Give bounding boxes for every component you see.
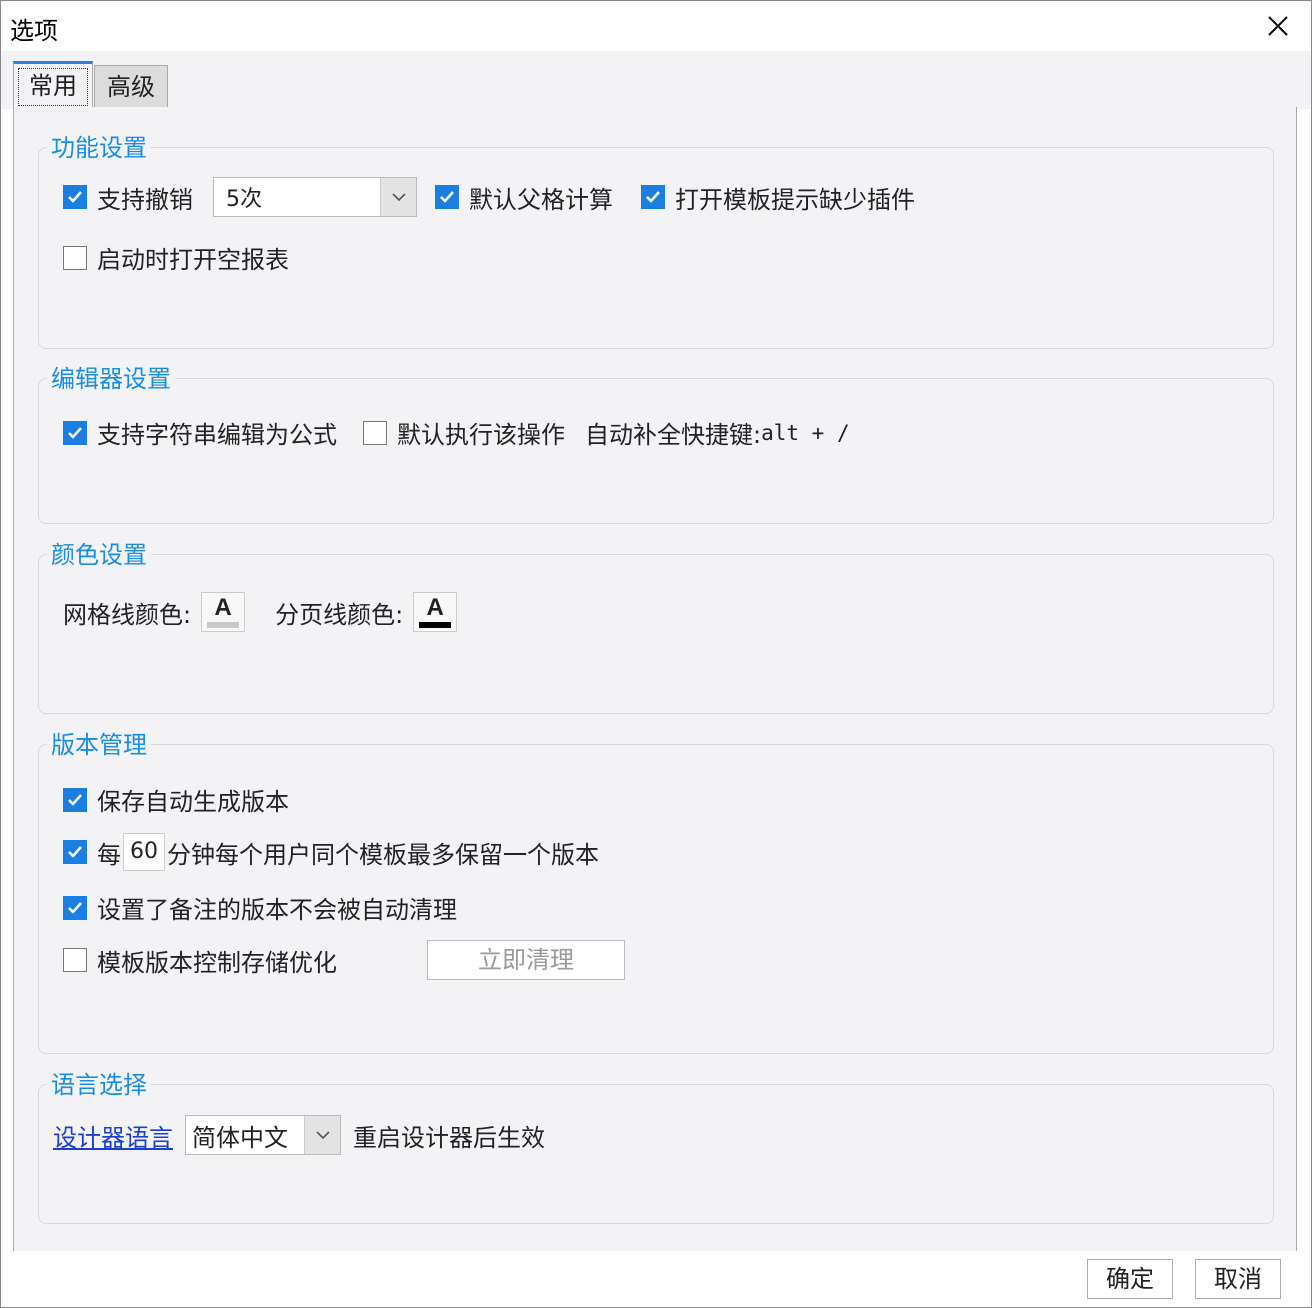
dialog-title: 选项 — [10, 17, 58, 45]
check-icon — [68, 793, 82, 806]
minutes-input[interactable]: 60 — [123, 833, 165, 871]
version-management-group: 版本管理 保存自动生成版本 每 60 分钟每个用户同个模板最多保留一个版本 设置… — [38, 725, 1274, 1054]
editor-settings-title: 编辑器设置 — [47, 359, 175, 394]
version-row-2: 每 60 分钟每个用户同个模板最多保留一个版本 — [63, 833, 599, 871]
undo-times-select[interactable]: 5次 — [213, 177, 417, 217]
tab-strip: 常用 高级 — [1, 51, 1311, 111]
version-row-1: 保存自动生成版本 — [63, 782, 289, 817]
keep-per-minutes-prefix: 每 — [97, 840, 121, 869]
grid-line-color-button[interactable]: A — [201, 592, 246, 632]
font-color-icon: A — [214, 593, 232, 621]
editor-row-1: 支持字符串编辑为公式 默认执行该操作 自动补全快捷键: alt + / — [63, 415, 850, 450]
version-row-3: 设置了备注的版本不会被自动清理 — [63, 890, 457, 925]
page-line-color-label: 分页线颜色: — [275, 600, 404, 629]
default-execute-label: 默认执行该操作 — [397, 421, 565, 449]
tab-common-label: 常用 — [18, 68, 88, 106]
cancel-button[interactable]: 取消 — [1195, 1259, 1281, 1299]
grid-line-color-swatch — [207, 621, 240, 628]
check-icon — [68, 846, 82, 858]
language-selection-title: 语言选择 — [47, 1065, 151, 1100]
string-as-formula-label: 支持字符串编辑为公式 — [97, 421, 337, 449]
open-empty-report-label: 启动时打开空报表 — [97, 246, 289, 274]
version-row-4: 模板版本控制存储优化 立即清理 — [63, 940, 625, 980]
open-empty-report-checkbox[interactable] — [63, 245, 87, 270]
version-management-title: 版本管理 — [47, 725, 151, 760]
check-icon — [440, 191, 454, 203]
function-settings-group: 功能设置 支持撤销 5次 默认父格计算 打开模板提示缺少插件 启动时打开空报表 — [38, 128, 1274, 349]
language-row: 设计器语言 简体中文 重启设计器后生效 — [53, 1115, 545, 1155]
check-icon — [68, 191, 82, 203]
designer-language-link[interactable]: 设计器语言 — [53, 1118, 173, 1153]
chevron-down-icon — [380, 178, 416, 216]
default-parent-calc-label: 默认父格计算 — [469, 185, 613, 214]
page-line-color-button[interactable]: A — [413, 592, 458, 632]
page-line-color-swatch — [419, 621, 452, 628]
missing-plugin-checkbox[interactable] — [641, 185, 665, 209]
grid-line-color-label: 网格线颜色: — [63, 600, 192, 629]
autocomplete-label: 自动补全快捷键: — [585, 421, 762, 449]
options-dialog: 选项 常用 高级 功能设置 支持撤销 5次 默认父格计算 打开模板提示缺少插件 … — [0, 0, 1312, 1308]
ok-button[interactable]: 确定 — [1087, 1259, 1173, 1299]
language-value: 简体中文 — [192, 1123, 288, 1152]
undo-times-value: 5次 — [226, 187, 262, 212]
check-icon — [68, 426, 82, 439]
tab-common[interactable]: 常用 — [13, 61, 93, 111]
noted-not-cleaned-label: 设置了备注的版本不会被自动清理 — [97, 896, 457, 924]
close-icon — [1268, 16, 1288, 36]
keep-per-minutes-suffix: 分钟每个用户同个模板最多保留一个版本 — [167, 840, 599, 869]
tab-advanced[interactable]: 高级 — [94, 65, 168, 109]
font-color-icon: A — [426, 593, 444, 621]
support-undo-label: 支持撤销 — [97, 185, 193, 214]
default-parent-calc-checkbox[interactable] — [435, 185, 459, 209]
editor-settings-group: 编辑器设置 支持字符串编辑为公式 默认执行该操作 自动补全快捷键: alt + … — [38, 359, 1274, 524]
restart-note: 重启设计器后生效 — [353, 1123, 545, 1152]
function-settings-title: 功能设置 — [47, 128, 151, 163]
noted-not-cleaned-checkbox[interactable] — [63, 895, 87, 920]
missing-plugin-label: 打开模板提示缺少插件 — [675, 185, 915, 214]
color-settings-title: 颜色设置 — [47, 535, 151, 570]
tab-content-common: 功能设置 支持撤销 5次 默认父格计算 打开模板提示缺少插件 启动时打开空报表 … — [13, 107, 1297, 1251]
keep-per-minutes-checkbox[interactable] — [63, 840, 87, 864]
support-undo-checkbox[interactable] — [63, 185, 87, 209]
string-as-formula-checkbox[interactable] — [63, 420, 87, 445]
function-row-2: 启动时打开空报表 — [63, 240, 289, 275]
language-selection-group: 语言选择 设计器语言 简体中文 重启设计器后生效 — [38, 1065, 1274, 1224]
language-select[interactable]: 简体中文 — [185, 1115, 341, 1155]
function-row-1: 支持撤销 5次 默认父格计算 打开模板提示缺少插件 — [63, 177, 915, 217]
close-button[interactable] — [1263, 11, 1293, 41]
default-execute-checkbox[interactable] — [363, 420, 387, 445]
color-row: 网格线颜色: A 分页线颜色: A — [63, 592, 458, 632]
auto-version-label: 保存自动生成版本 — [97, 788, 289, 816]
clean-now-button[interactable]: 立即清理 — [427, 940, 625, 980]
check-icon — [646, 191, 660, 203]
storage-optimize-checkbox[interactable] — [63, 948, 87, 972]
autocomplete-shortcut: alt + / — [761, 420, 850, 445]
check-icon — [68, 901, 82, 914]
storage-optimize-label: 模板版本控制存储优化 — [97, 948, 337, 977]
title-bar: 选项 — [1, 1, 1311, 51]
auto-version-checkbox[interactable] — [63, 787, 87, 812]
color-settings-group: 颜色设置 网格线颜色: A 分页线颜色: A — [38, 535, 1274, 714]
chevron-down-icon — [304, 1116, 340, 1154]
